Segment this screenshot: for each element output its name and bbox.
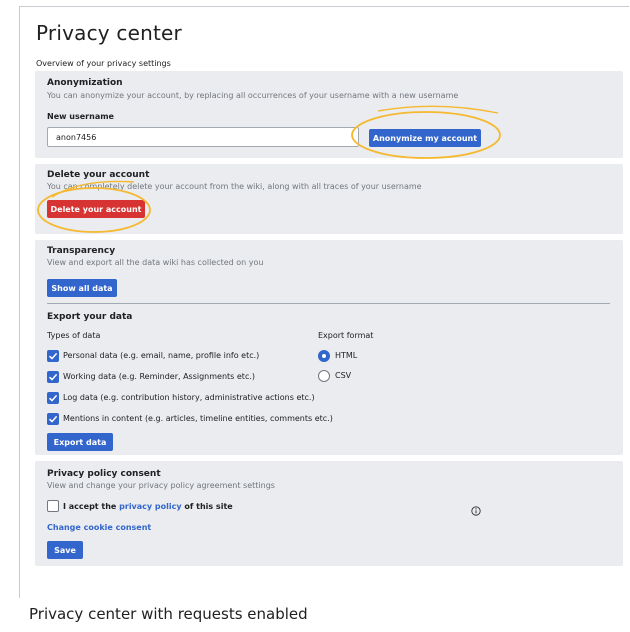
- radio-html-label: HTML: [335, 351, 358, 360]
- radio-csv[interactable]: [318, 370, 330, 382]
- page-title: Privacy center: [36, 21, 182, 45]
- divider: [47, 303, 610, 304]
- export-data-button[interactable]: Export data: [47, 433, 113, 451]
- privacy-policy-link[interactable]: privacy policy: [119, 502, 181, 511]
- save-button[interactable]: Save: [47, 541, 83, 559]
- accept-policy-prefix: I accept the: [63, 502, 120, 511]
- new-username-label: New username: [47, 112, 114, 121]
- figure-caption: Privacy center with requests enabled: [29, 605, 308, 623]
- delete-heading: Delete your account: [47, 170, 150, 180]
- export-format-label: Export format: [318, 331, 374, 340]
- accept-policy-label: I accept the privacy policy of this site: [63, 502, 233, 511]
- checkbox-mentions-label: Mentions in content (e.g. articles, time…: [63, 414, 333, 423]
- consent-heading: Privacy policy consent: [47, 469, 161, 479]
- checkbox-log-data[interactable]: [47, 392, 59, 404]
- consent-description: View and change your privacy policy agre…: [47, 481, 275, 490]
- new-username-input[interactable]: anon7456: [47, 127, 359, 147]
- checkmark-icon: [48, 394, 58, 402]
- accept-policy-suffix: of this site: [181, 502, 233, 511]
- anonymization-heading: Anonymization: [47, 78, 123, 88]
- transparency-panel: Transparency View and export all the dat…: [35, 240, 623, 455]
- anonymization-panel: Anonymization You can anonymize your acc…: [35, 71, 623, 158]
- transparency-description: View and export all the data wiki has co…: [47, 258, 264, 267]
- checkbox-log-data-label: Log data (e.g. contribution history, adm…: [63, 393, 315, 402]
- checkbox-working-data-label: Working data (e.g. Reminder, Assignments…: [63, 372, 255, 381]
- delete-description: You can completely delete your account f…: [47, 182, 422, 191]
- overview-text: Overview of your privacy settings: [36, 59, 171, 68]
- checkbox-mentions[interactable]: [47, 413, 59, 425]
- export-heading: Export your data: [47, 312, 133, 322]
- delete-account-button[interactable]: Delete your account: [47, 200, 145, 218]
- show-all-data-button[interactable]: Show all data: [47, 279, 117, 297]
- privacy-center-frame: Privacy center Overview of your privacy …: [19, 6, 629, 598]
- change-cookie-consent-link[interactable]: Change cookie consent: [47, 523, 151, 532]
- info-icon[interactable]: [471, 501, 481, 516]
- checkbox-personal-data[interactable]: [47, 350, 59, 362]
- checkmark-icon: [48, 373, 58, 381]
- checkmark-icon: [48, 352, 58, 360]
- types-of-data-label: Types of data: [47, 331, 101, 340]
- delete-account-panel: Delete your account You can completely d…: [35, 164, 623, 234]
- checkmark-icon: [48, 415, 58, 423]
- checkbox-personal-data-label: Personal data (e.g. email, name, profile…: [63, 351, 260, 360]
- transparency-heading: Transparency: [47, 246, 116, 256]
- anonymize-account-button[interactable]: Anonymize my account: [369, 129, 481, 147]
- radio-html[interactable]: [318, 350, 330, 362]
- accept-policy-checkbox[interactable]: [47, 500, 59, 512]
- checkbox-working-data[interactable]: [47, 371, 59, 383]
- privacy-consent-panel: Privacy policy consent View and change y…: [35, 461, 623, 566]
- anonymization-description: You can anonymize your account, by repla…: [47, 91, 459, 100]
- radio-csv-label: CSV: [335, 371, 352, 380]
